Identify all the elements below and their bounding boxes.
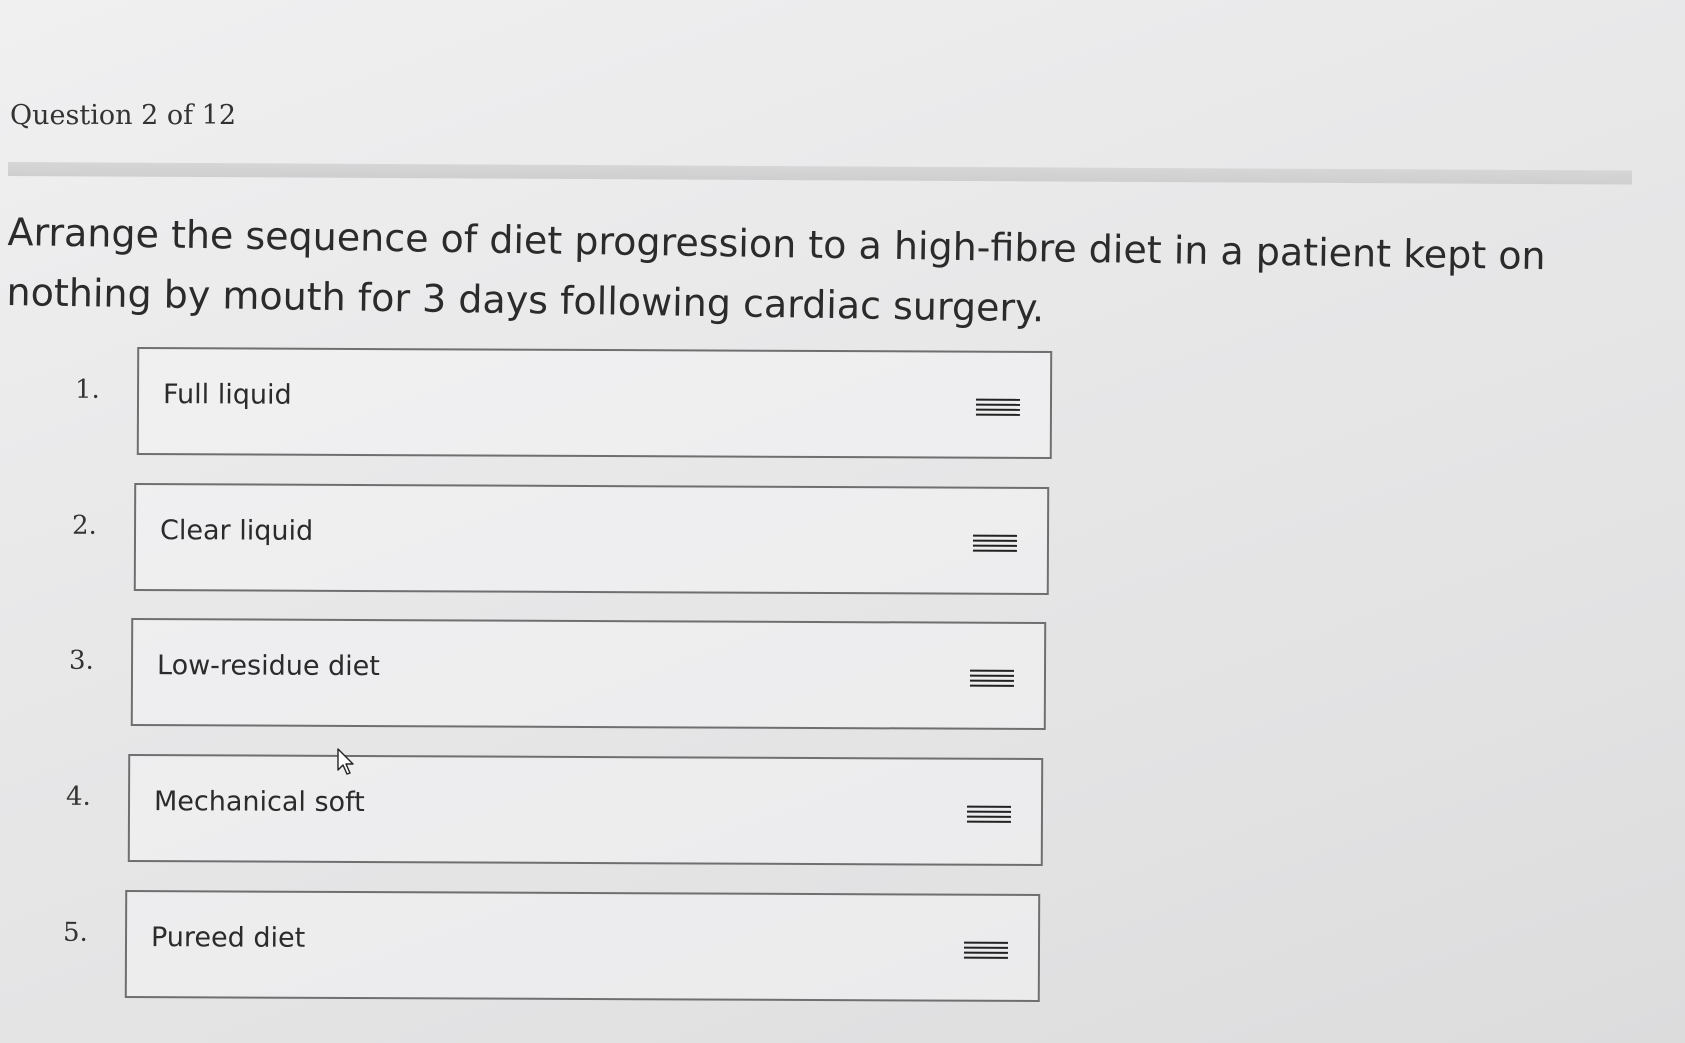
mouse-pointer-icon xyxy=(337,748,354,775)
item-box[interactable]: Clear liquid xyxy=(133,483,1050,595)
item-number: 1. xyxy=(74,374,100,405)
item-label: Pureed diet xyxy=(150,922,306,954)
ordering-item[interactable]: 3. Low-residue diet xyxy=(69,618,1047,730)
ordering-item[interactable]: 1. Full liquid xyxy=(75,347,1053,459)
item-label: Mechanical soft xyxy=(153,786,365,819)
item-box[interactable]: Full liquid xyxy=(136,347,1053,459)
quiz-page: Question 2 of 12 Arrange the sequence of… xyxy=(0,0,1685,1043)
item-number: 2. xyxy=(71,510,97,541)
drag-handle-icon[interactable] xyxy=(975,398,1021,421)
ordering-list: 1. Full liquid 2. Clear liquid 3. Low-re… xyxy=(0,0,1685,1043)
item-label: Full liquid xyxy=(162,379,292,411)
drag-handle-icon[interactable] xyxy=(966,805,1012,828)
item-number: 4. xyxy=(65,781,91,812)
drag-handle-icon[interactable] xyxy=(969,669,1015,692)
ordering-item[interactable]: 2. Clear liquid xyxy=(72,483,1050,595)
item-box[interactable]: Low-residue diet xyxy=(130,618,1047,730)
item-label: Low-residue diet xyxy=(156,650,380,683)
drag-handle-icon[interactable] xyxy=(963,941,1009,964)
drag-handle-icon[interactable] xyxy=(972,534,1018,557)
item-label: Clear liquid xyxy=(159,515,314,547)
item-number: 5. xyxy=(62,917,88,948)
item-box[interactable]: Pureed diet xyxy=(124,890,1041,1002)
ordering-item[interactable]: 4. Mechanical soft xyxy=(66,754,1044,866)
item-box[interactable]: Mechanical soft xyxy=(127,754,1044,866)
item-number: 3. xyxy=(68,645,94,676)
ordering-item[interactable]: 5. Pureed diet xyxy=(63,890,1041,1002)
